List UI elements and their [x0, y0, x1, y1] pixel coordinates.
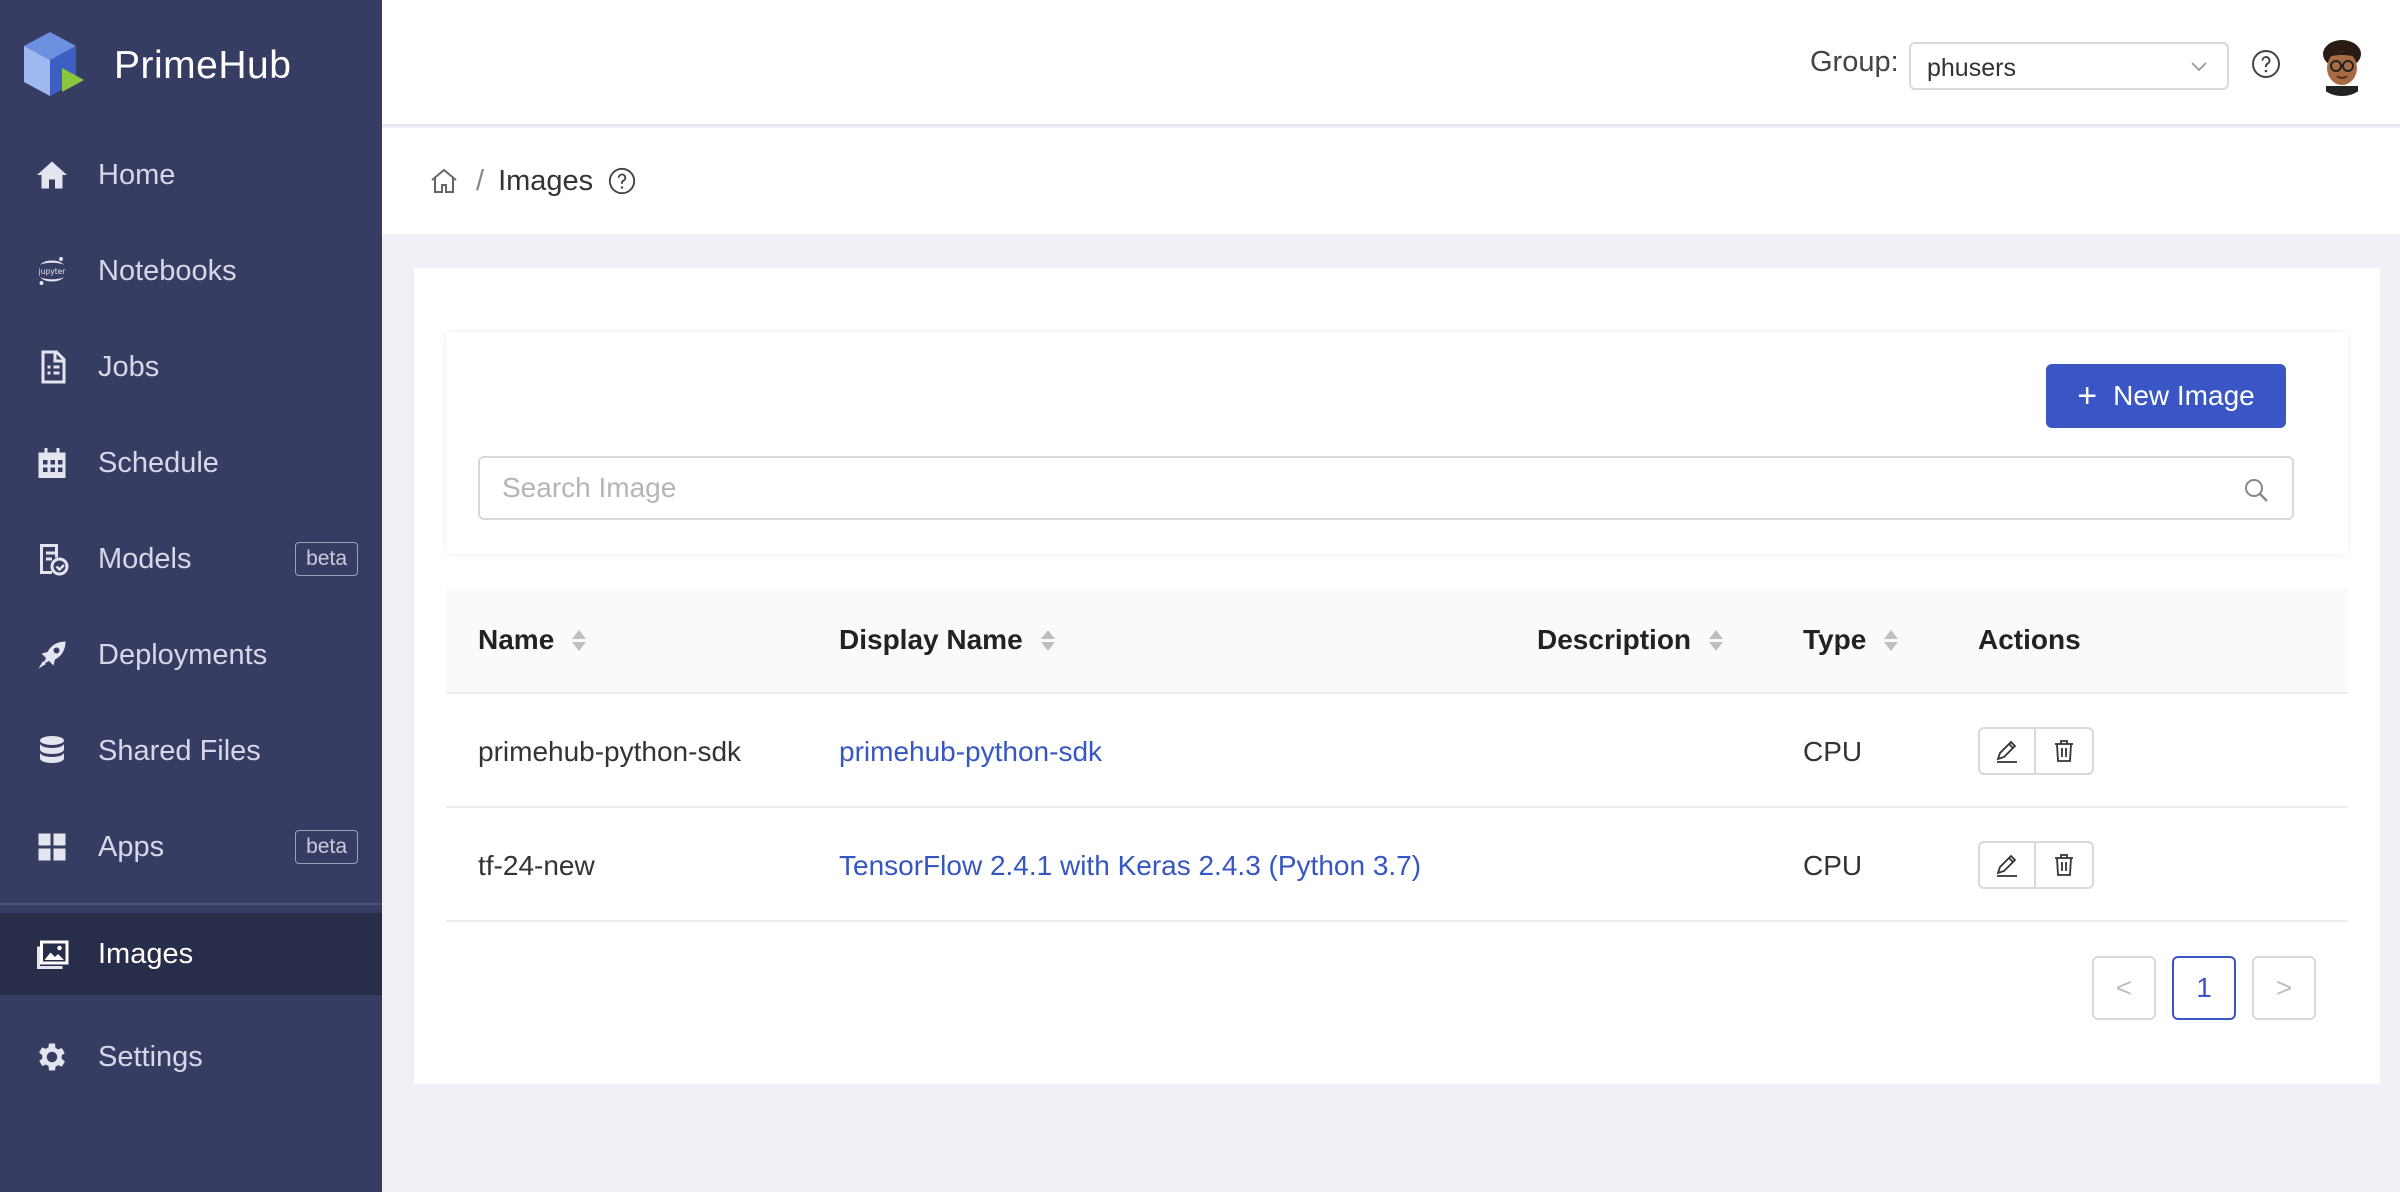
sidebar: PrimeHub Home jupyter Notebooks Jobs Sch… — [0, 0, 382, 1192]
column-header-description[interactable]: Description — [1537, 624, 1724, 656]
images-card: + New Image Name Display Name Descriptio… — [414, 268, 2380, 1084]
sort-icon — [1709, 629, 1724, 651]
sidebar-item-models[interactable]: Models beta — [0, 511, 382, 607]
new-image-button[interactable]: + New Image — [2046, 364, 2286, 428]
sidebar-item-label: Notebooks — [98, 254, 237, 287]
top-header: Group: phusers — [382, 0, 2400, 126]
pencil-icon — [1996, 740, 2017, 763]
sidebar-item-label: Jobs — [98, 350, 160, 383]
beta-badge: beta — [295, 542, 358, 576]
sidebar-item-label: Settings — [98, 1040, 203, 1073]
sidebar-item-jobs[interactable]: Jobs — [0, 319, 382, 415]
apps-icon — [32, 827, 72, 867]
chevron-down-icon — [2191, 62, 2207, 72]
pagination: < 1 > — [2092, 956, 2316, 1020]
cell-type: CPU — [1803, 736, 1863, 767]
logo[interactable]: PrimeHub — [10, 26, 291, 106]
search-box — [478, 456, 2294, 520]
page-title: Images — [498, 164, 594, 197]
jupyter-icon: jupyter — [32, 251, 72, 291]
sidebar-item-notebooks[interactable]: jupyter Notebooks — [0, 223, 382, 319]
search-icon[interactable] — [2242, 476, 2270, 504]
sidebar-item-apps[interactable]: Apps beta — [0, 799, 382, 895]
cell-display-name-link[interactable]: primehub-python-sdk — [839, 736, 1102, 768]
sidebar-item-images[interactable]: Images — [0, 913, 382, 995]
sidebar-item-label: Models — [98, 542, 192, 575]
new-image-label: New Image — [2113, 380, 2255, 411]
table-row: tf-24-new TensorFlow 2.4.1 with Keras 2.… — [446, 808, 2348, 922]
edit-button[interactable] — [1978, 727, 2036, 775]
sidebar-item-label: Shared Files — [98, 734, 261, 767]
column-label: Description — [1537, 624, 1692, 655]
calendar-icon — [32, 443, 72, 483]
column-label: Type — [1803, 624, 1867, 655]
models-icon — [32, 539, 72, 579]
search-input[interactable] — [480, 458, 2180, 518]
column-label: Display Name — [839, 624, 1023, 655]
cell-display-name-link[interactable]: TensorFlow 2.4.1 with Keras 2.4.3 (Pytho… — [839, 850, 1421, 882]
jobs-icon — [32, 347, 72, 387]
delete-button[interactable] — [2036, 727, 2094, 775]
sidebar-divider — [0, 903, 382, 905]
sidebar-item-label: Images — [98, 937, 194, 970]
images-toolbar: + New Image — [446, 332, 2348, 554]
delete-button[interactable] — [2036, 841, 2094, 889]
sidebar-nav: Home jupyter Notebooks Jobs Schedule Mod… — [0, 127, 382, 1105]
plus-icon: + — [2077, 376, 2098, 415]
column-label: Name — [478, 624, 555, 655]
row-actions — [1978, 727, 2094, 775]
trash-icon — [2055, 854, 2073, 876]
sidebar-item-label: Deployments — [98, 638, 268, 671]
help-icon[interactable] — [2250, 48, 2282, 80]
sidebar-item-label: Schedule — [98, 446, 219, 479]
group-select[interactable]: phusers — [1909, 42, 2229, 90]
sidebar-item-schedule[interactable]: Schedule — [0, 415, 382, 511]
group-select-value: phusers — [1927, 54, 2016, 82]
sort-icon — [572, 629, 587, 651]
column-header-name[interactable]: Name — [478, 624, 587, 656]
images-icon — [32, 934, 72, 974]
sidebar-item-label: Home — [98, 158, 176, 191]
cell-type: CPU — [1803, 850, 1863, 881]
sidebar-item-shared-files[interactable]: Shared Files — [0, 703, 382, 799]
sort-icon — [1884, 629, 1899, 651]
group-label: Group: — [1810, 46, 1899, 78]
beta-badge: beta — [295, 830, 358, 864]
cell-name: primehub-python-sdk — [478, 736, 742, 767]
sidebar-item-settings[interactable]: Settings — [0, 1009, 382, 1105]
next-page-button[interactable]: > — [2252, 956, 2316, 1020]
column-header-actions: Actions — [1978, 624, 2081, 656]
gear-icon — [32, 1037, 72, 1077]
breadcrumb: / Images — [382, 128, 2400, 234]
help-icon[interactable] — [607, 166, 637, 196]
column-header-type[interactable]: Type — [1803, 624, 1899, 656]
sidebar-item-label: Apps — [98, 830, 165, 863]
prev-page-button[interactable]: < — [2092, 956, 2156, 1020]
avatar-icon — [2312, 36, 2372, 96]
row-actions — [1978, 841, 2094, 889]
primehub-logo-icon — [24, 32, 84, 96]
home-icon — [32, 155, 72, 195]
column-header-display-name[interactable]: Display Name — [839, 624, 1055, 656]
sidebar-item-home[interactable]: Home — [0, 127, 382, 223]
sidebar-item-deployments[interactable]: Deployments — [0, 607, 382, 703]
app-name: PrimeHub — [114, 44, 292, 87]
database-icon — [32, 731, 72, 771]
breadcrumb-separator: / — [476, 164, 485, 197]
images-table: Name Display Name Description Type Actio… — [446, 588, 2348, 922]
user-avatar[interactable] — [2312, 36, 2372, 96]
home-outline-icon[interactable] — [428, 165, 460, 197]
rocket-icon — [32, 635, 72, 675]
pencil-icon — [1996, 854, 2017, 877]
svg-text:jupyter: jupyter — [38, 267, 67, 276]
trash-icon — [2055, 740, 2073, 762]
column-label: Actions — [1978, 624, 2081, 655]
edit-button[interactable] — [1978, 841, 2036, 889]
table-row: primehub-python-sdk primehub-python-sdk … — [446, 694, 2348, 808]
cell-name: tf-24-new — [478, 850, 595, 881]
page-number-button[interactable]: 1 — [2172, 956, 2236, 1020]
sort-icon — [1040, 629, 1055, 651]
table-header: Name Display Name Description Type Actio… — [446, 588, 2348, 694]
